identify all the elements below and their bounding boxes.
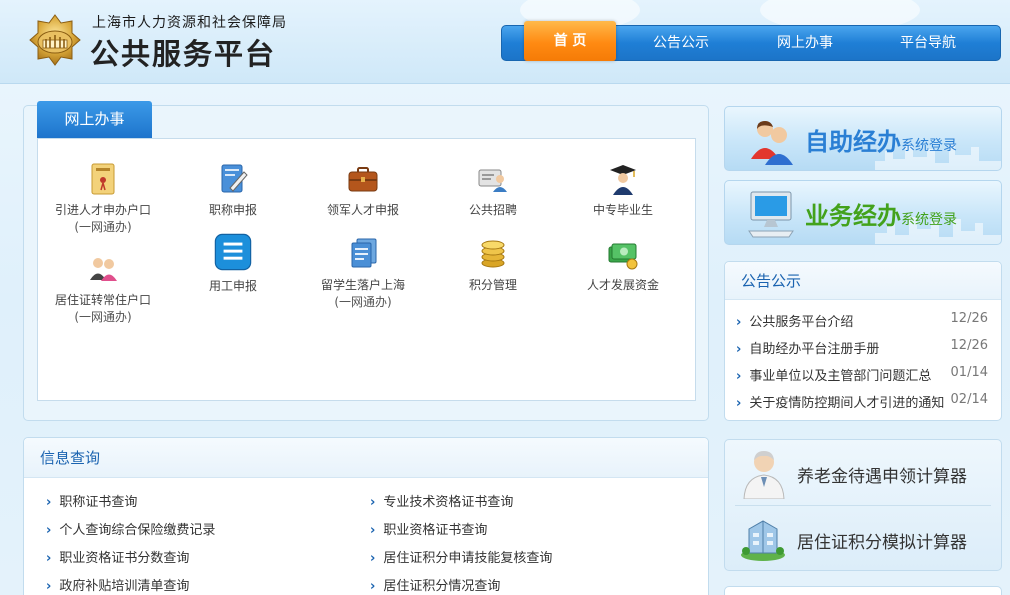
service-label: 职称申报 (208, 203, 257, 217)
query-link[interactable]: 专业技术资格证书查询 (370, 491, 513, 510)
service-sublabel: (一网通办) (334, 295, 392, 309)
nav-announcements[interactable]: 公告公示 (616, 25, 746, 61)
list-document-icon (214, 233, 252, 271)
coin-stack-icon (481, 240, 505, 268)
service-leading-talent[interactable]: 领军人才申报 (298, 162, 428, 219)
service-sublabel: (一网通办) (74, 220, 132, 234)
folder-document-icon (91, 163, 115, 195)
query-link[interactable]: 居住证积分情况查询 (370, 575, 500, 594)
service-vocational-graduate[interactable]: 中专毕业生 (558, 162, 688, 219)
query-link[interactable]: 职业资格证书查询 (370, 519, 487, 538)
service-label: 积分管理 (468, 278, 517, 292)
info-query-title: 信息查询 (24, 438, 708, 478)
service-label: 留学生落户上海 (320, 278, 405, 292)
query-link[interactable]: 职称证书查询 (46, 491, 137, 510)
query-link[interactable]: 职业资格证书分数查询 (46, 547, 189, 566)
service-talent-fund[interactable]: 人才发展资金 (558, 237, 688, 294)
notice-item[interactable]: 自助经办平台注册手册 12/26 (736, 338, 988, 357)
info-query-panel: 信息查询 (23, 437, 709, 595)
service-sublabel: (一网通办) (74, 310, 132, 324)
login-suffix: 系统登录 (901, 138, 957, 154)
nav-online-service[interactable]: 网上办事 (746, 25, 864, 61)
notice-item[interactable]: 关于疫情防控期间人才引进的通知 02/14 (736, 392, 988, 411)
main-nav: 首 页 公告公示 网上办事 平台导航 (501, 21, 1001, 61)
ministry-emblem-icon[interactable] (28, 13, 82, 67)
computer-monitor-icon (748, 191, 794, 238)
users-icon (751, 121, 793, 165)
stacked-documents-icon (351, 238, 377, 268)
org-name: 上海市人力资源和社会保障局 (92, 15, 287, 31)
service-overseas-student-hukou[interactable]: 留学生落户上海 (一网通办) (298, 237, 428, 311)
graduate-icon (610, 165, 636, 195)
service-label: 居住证转常住户口 (54, 293, 151, 307)
self-service-label: 自助经办 (805, 128, 901, 156)
service-public-recruitment[interactable]: 公共招聘 (428, 162, 558, 219)
nav-home[interactable]: 首 页 (524, 21, 616, 61)
service-talent-hukou[interactable]: 引进人才申办户口 (一网通办) (38, 162, 168, 236)
people-couple-icon (90, 258, 117, 281)
self-service-login-button[interactable]: 自助经办系统登录 (724, 106, 1002, 171)
site-header: 上海市人力资源和社会保障局 公共服务平台 首 页 公告公示 网上办事 平台导航 (0, 0, 1010, 84)
certificate-pen-icon (221, 164, 248, 193)
service-label: 引进人才申办户口 (54, 203, 151, 217)
notice-item-title: 自助经办平台注册手册 (736, 342, 879, 357)
business-login-button[interactable]: 业务经办系统登录 (724, 180, 1002, 245)
calculator-panel: 养老金待遇申领计算器 居住证积分模拟计算器 (724, 439, 1002, 571)
query-link[interactable]: 政府补贴培训清单查询 (46, 575, 189, 594)
self-service-login-title: 自助经办系统登录 (805, 122, 957, 157)
tab-online-service[interactable]: 网上办事 (37, 101, 152, 138)
doctor-icon (743, 451, 785, 499)
money-bundle-icon (608, 243, 638, 270)
service-residence-to-hukou[interactable]: 居住证转常住户口 (一网通办) (38, 252, 168, 326)
business-label: 业务经办 (805, 202, 901, 230)
service-title-application[interactable]: 职称申报 (168, 162, 298, 219)
notice-item[interactable]: 事业单位以及主管部门问题汇总 01/14 (736, 365, 988, 384)
platform-title: 公共服务平台 (90, 37, 277, 71)
service-label: 用工申报 (208, 279, 257, 293)
office-building-icon (741, 520, 785, 561)
nav-platform-guide[interactable]: 平台导航 (864, 25, 992, 61)
recruitment-card-icon (478, 169, 507, 192)
service-label: 公共招聘 (468, 203, 517, 217)
service-label: 中专毕业生 (592, 203, 653, 217)
service-employment-declaration[interactable]: 用工申报 (168, 232, 298, 295)
service-points-management[interactable]: 积分管理 (428, 237, 558, 294)
briefcase-icon (348, 167, 378, 192)
next-panel-edge (724, 586, 1002, 595)
notice-item-title: 事业单位以及主管部门问题汇总 (736, 369, 931, 384)
business-login-title: 业务经办系统登录 (805, 196, 957, 231)
pension-calculator-label: 养老金待遇申领计算器 (797, 467, 967, 487)
residence-points-calculator-link[interactable]: 居住证积分模拟计算器 (725, 507, 1001, 571)
notice-item-date: 01/14 (950, 365, 988, 380)
service-label: 人才发展资金 (586, 278, 659, 292)
residence-calculator-label: 居住证积分模拟计算器 (797, 533, 967, 553)
notice-item-title: 关于疫情防控期间人才引进的通知 (736, 396, 944, 411)
query-link[interactable]: 居住证积分申请技能复核查询 (370, 547, 552, 566)
service-label: 领军人才申报 (326, 203, 399, 217)
notice-item-title: 公共服务平台介绍 (736, 315, 853, 330)
notice-title: 公告公示 (725, 262, 1001, 300)
notice-item[interactable]: 公共服务平台介绍 12/26 (736, 311, 988, 330)
calculator-divider (735, 505, 991, 506)
notice-item-date: 02/14 (950, 392, 988, 407)
login-suffix: 系统登录 (901, 212, 957, 228)
notice-item-date: 12/26 (950, 338, 988, 353)
notice-item-date: 12/26 (950, 311, 988, 326)
pension-calculator-link[interactable]: 养老金待遇申领计算器 (725, 441, 1001, 505)
query-link[interactable]: 个人查询综合保险缴费记录 (46, 519, 215, 538)
